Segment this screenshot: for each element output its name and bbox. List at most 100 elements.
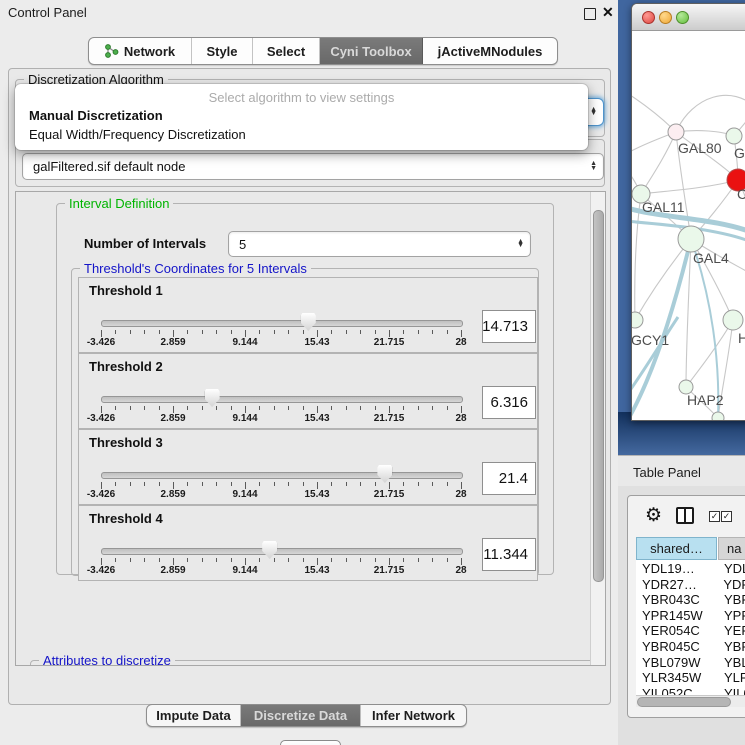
slider-thumb[interactable] [301, 313, 316, 331]
slider-track[interactable] [101, 396, 463, 403]
network-window-titlebar[interactable] [632, 4, 745, 31]
combo-arrows-icon: ▲▼ [590, 108, 597, 117]
cell-name: YIL0 [717, 686, 745, 695]
checkbox-icon[interactable]: ✓ [709, 511, 720, 522]
slider-track[interactable] [101, 548, 463, 555]
scale-label: -3.426 [87, 413, 115, 424]
tick-mark [418, 482, 419, 486]
threshold-value: 6.316 [490, 394, 528, 411]
tick-mark [101, 482, 102, 489]
table-row[interactable]: YPR145WYPR1 [636, 608, 745, 624]
scale-label: 28 [455, 489, 466, 500]
column-header-shared-name[interactable]: shared… [636, 537, 717, 560]
network-node[interactable] [723, 310, 743, 330]
node-label: C [737, 186, 745, 202]
threshold-1-box: Threshold 1 14.713 -3.4262.8599.14415.43… [78, 277, 538, 353]
column-header-name[interactable]: na [718, 537, 745, 560]
tick-mark [447, 482, 448, 486]
table-row[interactable]: YBL079WYBL0 [636, 655, 745, 671]
table-rows[interactable]: YDL19…YDL1YDR27…YDR2YBR043CYBR0YPR145WYP… [636, 561, 745, 695]
table-row[interactable]: YIL052CYIL0 [636, 686, 745, 695]
dropdown-option-equal-width-frequency[interactable]: Equal Width/Frequency Discretization [29, 127, 246, 142]
float-panel-icon[interactable] [584, 8, 596, 20]
tab-network[interactable]: Network [89, 38, 192, 64]
network-edge[interactable] [676, 131, 734, 136]
network-edge[interactable] [641, 180, 738, 194]
cell-shared-name: YBR045C [636, 639, 717, 655]
network-window[interactable]: GAL80GACGAL11GAL4GCY1HHAP2 [631, 3, 745, 421]
tick-mark [159, 330, 160, 334]
tab-jactivemnodules[interactable]: jActiveMNodules [423, 38, 557, 64]
cyni-toolbox-panel: Discretization Algorithm ▲▼ Table Data g… [8, 68, 611, 705]
tick-mark [216, 330, 217, 334]
tick-mark [288, 330, 289, 334]
tab-label: Discretize Data [254, 708, 347, 723]
cell-shared-name: YIL052C [636, 686, 717, 695]
network-edge[interactable] [632, 91, 676, 132]
scrollbar-thumb[interactable] [637, 697, 731, 707]
tick-mark [375, 330, 376, 334]
slider-track[interactable] [101, 472, 463, 479]
settings-scrollbar[interactable] [590, 192, 605, 665]
threshold-4-value-field[interactable]: 11.344 [482, 538, 536, 571]
tab-label: Select [267, 44, 305, 59]
apply-button[interactable]: Apply [280, 740, 341, 745]
tab-style[interactable]: Style [192, 38, 253, 64]
network-edge[interactable] [676, 95, 745, 132]
split-panel-icon[interactable] [676, 507, 694, 524]
close-icon[interactable]: ✕ [602, 4, 614, 21]
threshold-3-value-field[interactable]: 21.4 [482, 462, 536, 495]
tab-cyni-toolbox[interactable]: Cyni Toolbox [320, 38, 423, 64]
num-intervals-combobox[interactable]: 5 ▲▼ [228, 231, 531, 257]
checkbox-icon[interactable]: ✓ [721, 511, 732, 522]
gear-icon[interactable]: ⚙ [645, 504, 662, 527]
network-node[interactable] [712, 412, 724, 420]
dropdown-option-manual-discretization[interactable]: Manual Discretization [29, 108, 163, 123]
network-edge[interactable] [641, 132, 676, 194]
tab-discretize-data[interactable]: Discretize Data [241, 705, 361, 726]
tick-mark [202, 330, 203, 334]
slider-thumb[interactable] [262, 541, 277, 559]
tick-mark [288, 558, 289, 562]
tick-mark [130, 330, 131, 334]
tick-mark [274, 330, 275, 334]
network-canvas[interactable]: GAL80GACGAL11GAL4GCY1HHAP2 [632, 31, 745, 420]
scrollbar-thumb[interactable] [593, 210, 604, 582]
table-data-combobox[interactable]: galFiltered.sif default node ▲▼ [22, 153, 604, 180]
cell-name: YLR3 [717, 670, 745, 686]
table-horizontal-scrollbar[interactable] [636, 695, 745, 707]
slider-thumb[interactable] [377, 465, 392, 483]
zoom-window-icon[interactable] [676, 11, 689, 24]
close-window-icon[interactable] [642, 11, 655, 24]
table-row[interactable]: YER054CYER0 [636, 623, 745, 639]
tick-mark [173, 482, 174, 489]
tick-mark [331, 558, 332, 562]
scale-label: 2.859 [160, 565, 185, 576]
cell-name: YER0 [717, 623, 745, 639]
tab-impute-data[interactable]: Impute Data [147, 705, 241, 726]
network-node[interactable] [668, 124, 684, 140]
threshold-2-value-field[interactable]: 6.316 [482, 386, 536, 419]
cell-name: YBR0 [717, 639, 745, 655]
network-edge[interactable] [686, 320, 733, 387]
network-node[interactable] [678, 226, 704, 252]
slider-thumb[interactable] [205, 389, 220, 407]
tick-mark [259, 406, 260, 410]
cell-name: YBR0 [717, 592, 745, 608]
table-row[interactable]: YBR045CYBR0 [636, 639, 745, 655]
tab-infer-network[interactable]: Infer Network [361, 705, 466, 726]
tick-mark [331, 406, 332, 410]
tab-select[interactable]: Select [253, 38, 320, 64]
table-row[interactable]: YBR043CYBR0 [636, 592, 745, 608]
network-node[interactable] [726, 128, 742, 144]
threshold-1-value-field[interactable]: 14.713 [482, 310, 536, 343]
node-label: GAL4 [693, 250, 729, 266]
tick-mark [202, 558, 203, 562]
table-row[interactable]: YLR345WYLR3 [636, 670, 745, 686]
minimize-window-icon[interactable] [659, 11, 672, 24]
slider-track[interactable] [101, 320, 463, 327]
table-row[interactable]: YDL19…YDL1 [636, 561, 745, 577]
tick-mark [202, 406, 203, 410]
network-node[interactable] [632, 312, 643, 328]
table-row[interactable]: YDR27…YDR2 [636, 577, 745, 593]
